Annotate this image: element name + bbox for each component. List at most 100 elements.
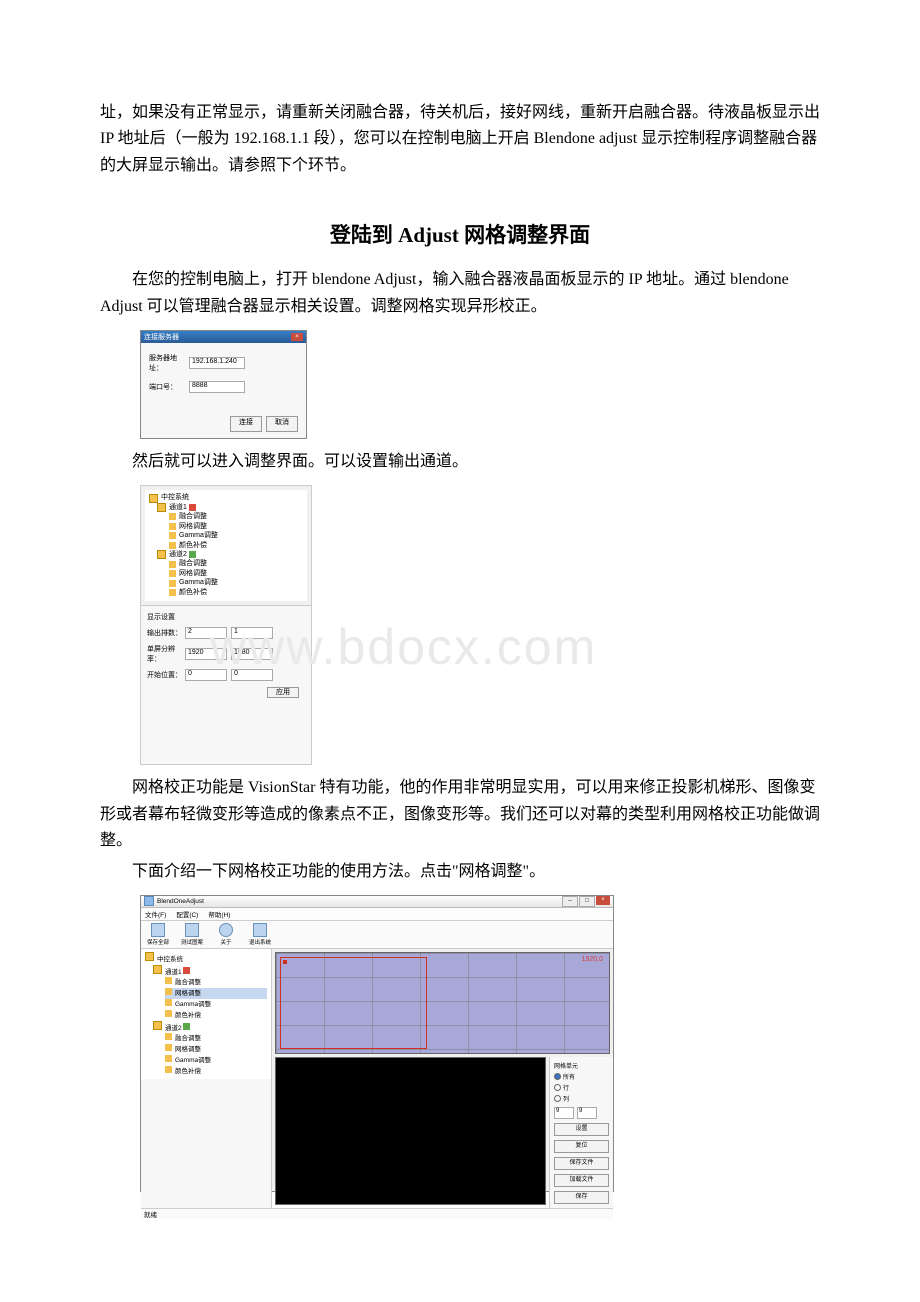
tb-test-image[interactable]: 测试图案 <box>179 923 205 946</box>
item-icon <box>169 513 176 520</box>
exit-icon <box>253 923 267 937</box>
tree-item-blend[interactable]: 融合调整 <box>169 512 303 521</box>
item-icon <box>169 523 176 530</box>
group-title: 网格单元 <box>554 1061 609 1070</box>
split-input-b[interactable]: 9 <box>577 1107 597 1119</box>
app-channel-tree[interactable]: 中控系统 通道1 融合调整 网格调整 Gamma调整 颜色补偿 通道2 融合调整… <box>141 949 271 1079</box>
output-rows-input-a[interactable]: 2 <box>185 627 227 639</box>
maximize-icon[interactable]: □ <box>579 896 595 907</box>
resolution-input-b[interactable]: 1080 <box>231 648 273 660</box>
folder-icon <box>153 965 162 974</box>
figure-tree-settings: 中控系统 通道1 融合调整 网格调整 Gamma调整 颜色补偿 通道2 融合调整… <box>140 485 820 765</box>
paragraph-3: 网格校正功能是 VisionStar 特有功能，他的作用非常明显实用，可以用来修… <box>100 775 820 854</box>
status-green-icon <box>189 551 196 558</box>
tree-item-grid-selected[interactable]: 网格调整 <box>165 988 267 999</box>
tree-item-color[interactable]: 颜色补偿 <box>165 1010 267 1021</box>
channel-tree[interactable]: 中控系统 通道1 融合调整 网格调整 Gamma调整 颜色补偿 通道2 融合调整… <box>145 490 307 601</box>
tb-about[interactable]: 关于 <box>213 923 239 946</box>
start-pos-input-a[interactable]: 0 <box>185 669 227 681</box>
right-controls: 网格单元 所有 行 列 9 9 设置 复位 保存文件 <box>549 1057 613 1208</box>
item-icon <box>169 580 176 587</box>
tree-settings-panel: 中控系统 通道1 融合调整 网格调整 Gamma调整 颜色补偿 通道2 融合调整… <box>140 485 312 765</box>
save-icon <box>151 923 165 937</box>
tree-item-blend[interactable]: 融合调整 <box>165 977 267 988</box>
preview-canvas[interactable] <box>275 1057 546 1205</box>
paragraph-top: 址，如果没有正常显示，请重新关闭融合器，待关机后，接好网线，重新开启融合器。待液… <box>100 100 820 179</box>
save-button[interactable]: 保存 <box>554 1191 609 1204</box>
server-address-input[interactable]: 192.168.1.240 <box>189 357 245 369</box>
tree-item-grid2[interactable]: 网格调整 <box>169 569 303 578</box>
close-icon[interactable]: × <box>596 896 610 905</box>
tree-channel2[interactable]: 通道2 <box>157 550 303 559</box>
test-pattern-icon <box>185 923 199 937</box>
load-file-button[interactable]: 加载文件 <box>554 1174 609 1187</box>
tb-save-all[interactable]: 保存全部 <box>145 923 171 946</box>
handle-icon[interactable] <box>283 960 287 964</box>
save-file-button[interactable]: 保存文件 <box>554 1157 609 1170</box>
apply-button[interactable]: 应用 <box>267 687 299 698</box>
connect-dialog: 连接服务器 × 服务器地址： 192.168.1.240 端口号： 8888 连… <box>140 330 307 439</box>
item-icon <box>169 532 176 539</box>
adjust-app-window: BlendOneAdjust – □ × 文件(F) 配置(C) 帮助(H) 保… <box>140 895 614 1192</box>
folder-icon <box>145 952 154 961</box>
menu-help[interactable]: 帮助(H) <box>208 909 230 919</box>
statusbar: 就绪 <box>141 1208 613 1219</box>
item-icon <box>165 999 172 1006</box>
canvas-coord-label: 1920,0 <box>582 956 603 963</box>
app-titlebar: BlendOneAdjust – □ × <box>141 896 613 908</box>
menu-file[interactable]: 文件(F) <box>145 909 166 919</box>
tree-channel1[interactable]: 通道1 <box>153 965 267 978</box>
label-port: 端口号： <box>149 382 189 392</box>
tree-item-gamma[interactable]: Gamma调整 <box>165 999 267 1010</box>
item-icon <box>165 1010 172 1017</box>
resolution-input-a[interactable]: 1920 <box>185 648 227 660</box>
paragraph-1: 在您的控制电脑上，打开 blendone Adjust，输入融合器液晶面板显示的… <box>100 267 820 320</box>
section-heading: 登陆到 Adjust 网格调整界面 <box>100 219 820 249</box>
folder-icon <box>157 503 166 512</box>
tree-channel1[interactable]: 通道1 <box>157 503 303 512</box>
tree-root[interactable]: 中控系统 <box>149 493 303 502</box>
connect-button[interactable]: 连接 <box>230 416 262 432</box>
set-button[interactable]: 设置 <box>554 1123 609 1136</box>
tree-item-color2[interactable]: 颜色补偿 <box>169 588 303 597</box>
radio-icon <box>554 1073 561 1080</box>
tree-item-gamma[interactable]: Gamma调整 <box>169 531 303 540</box>
tree-item-gamma2[interactable]: Gamma调整 <box>165 1055 267 1066</box>
grid-canvas[interactable]: 1920,0 <box>275 952 610 1054</box>
tree-root[interactable]: 中控系统 <box>145 952 267 965</box>
radio-icon <box>554 1095 561 1102</box>
tree-item-blend2[interactable]: 融合调整 <box>169 559 303 568</box>
item-icon <box>165 977 172 984</box>
close-icon[interactable]: × <box>291 333 303 341</box>
item-icon <box>165 988 172 995</box>
folder-icon <box>157 550 166 559</box>
split-input-a[interactable]: 9 <box>554 1107 574 1119</box>
tree-channel2[interactable]: 通道2 <box>153 1021 267 1034</box>
tree-item-gamma2[interactable]: Gamma调整 <box>169 578 303 587</box>
tree-item-grid2[interactable]: 网格调整 <box>165 1044 267 1055</box>
item-icon <box>169 570 176 577</box>
start-pos-input-b[interactable]: 0 <box>231 669 273 681</box>
status-red-icon <box>183 967 190 974</box>
item-icon <box>169 589 176 596</box>
menu-config[interactable]: 配置(C) <box>176 909 198 919</box>
figure-connect-dialog: 连接服务器 × 服务器地址： 192.168.1.240 端口号： 8888 连… <box>140 330 820 439</box>
tree-item-grid[interactable]: 网格调整 <box>169 522 303 531</box>
output-rows-input-b[interactable]: 1 <box>231 627 273 639</box>
item-icon <box>169 561 176 568</box>
cancel-button[interactable]: 取消 <box>266 416 298 432</box>
dialog-title: 连接服务器 <box>144 332 179 342</box>
reset-button[interactable]: 复位 <box>554 1140 609 1153</box>
status-red-icon <box>189 504 196 511</box>
label-resolution: 单屏分辨率： <box>147 644 185 664</box>
port-input[interactable]: 8888 <box>189 381 245 393</box>
minimize-icon[interactable]: – <box>562 896 578 907</box>
tb-exit[interactable]: 退出系统 <box>247 923 273 946</box>
radio-all[interactable]: 所有 <box>554 1072 609 1081</box>
radio-row[interactable]: 行 <box>554 1083 609 1092</box>
tree-item-color2[interactable]: 颜色补偿 <box>165 1066 267 1077</box>
channel1-rect[interactable] <box>280 957 427 1049</box>
tree-item-color[interactable]: 颜色补偿 <box>169 541 303 550</box>
tree-item-blend2[interactable]: 融合调整 <box>165 1033 267 1044</box>
radio-col[interactable]: 列 <box>554 1094 609 1103</box>
